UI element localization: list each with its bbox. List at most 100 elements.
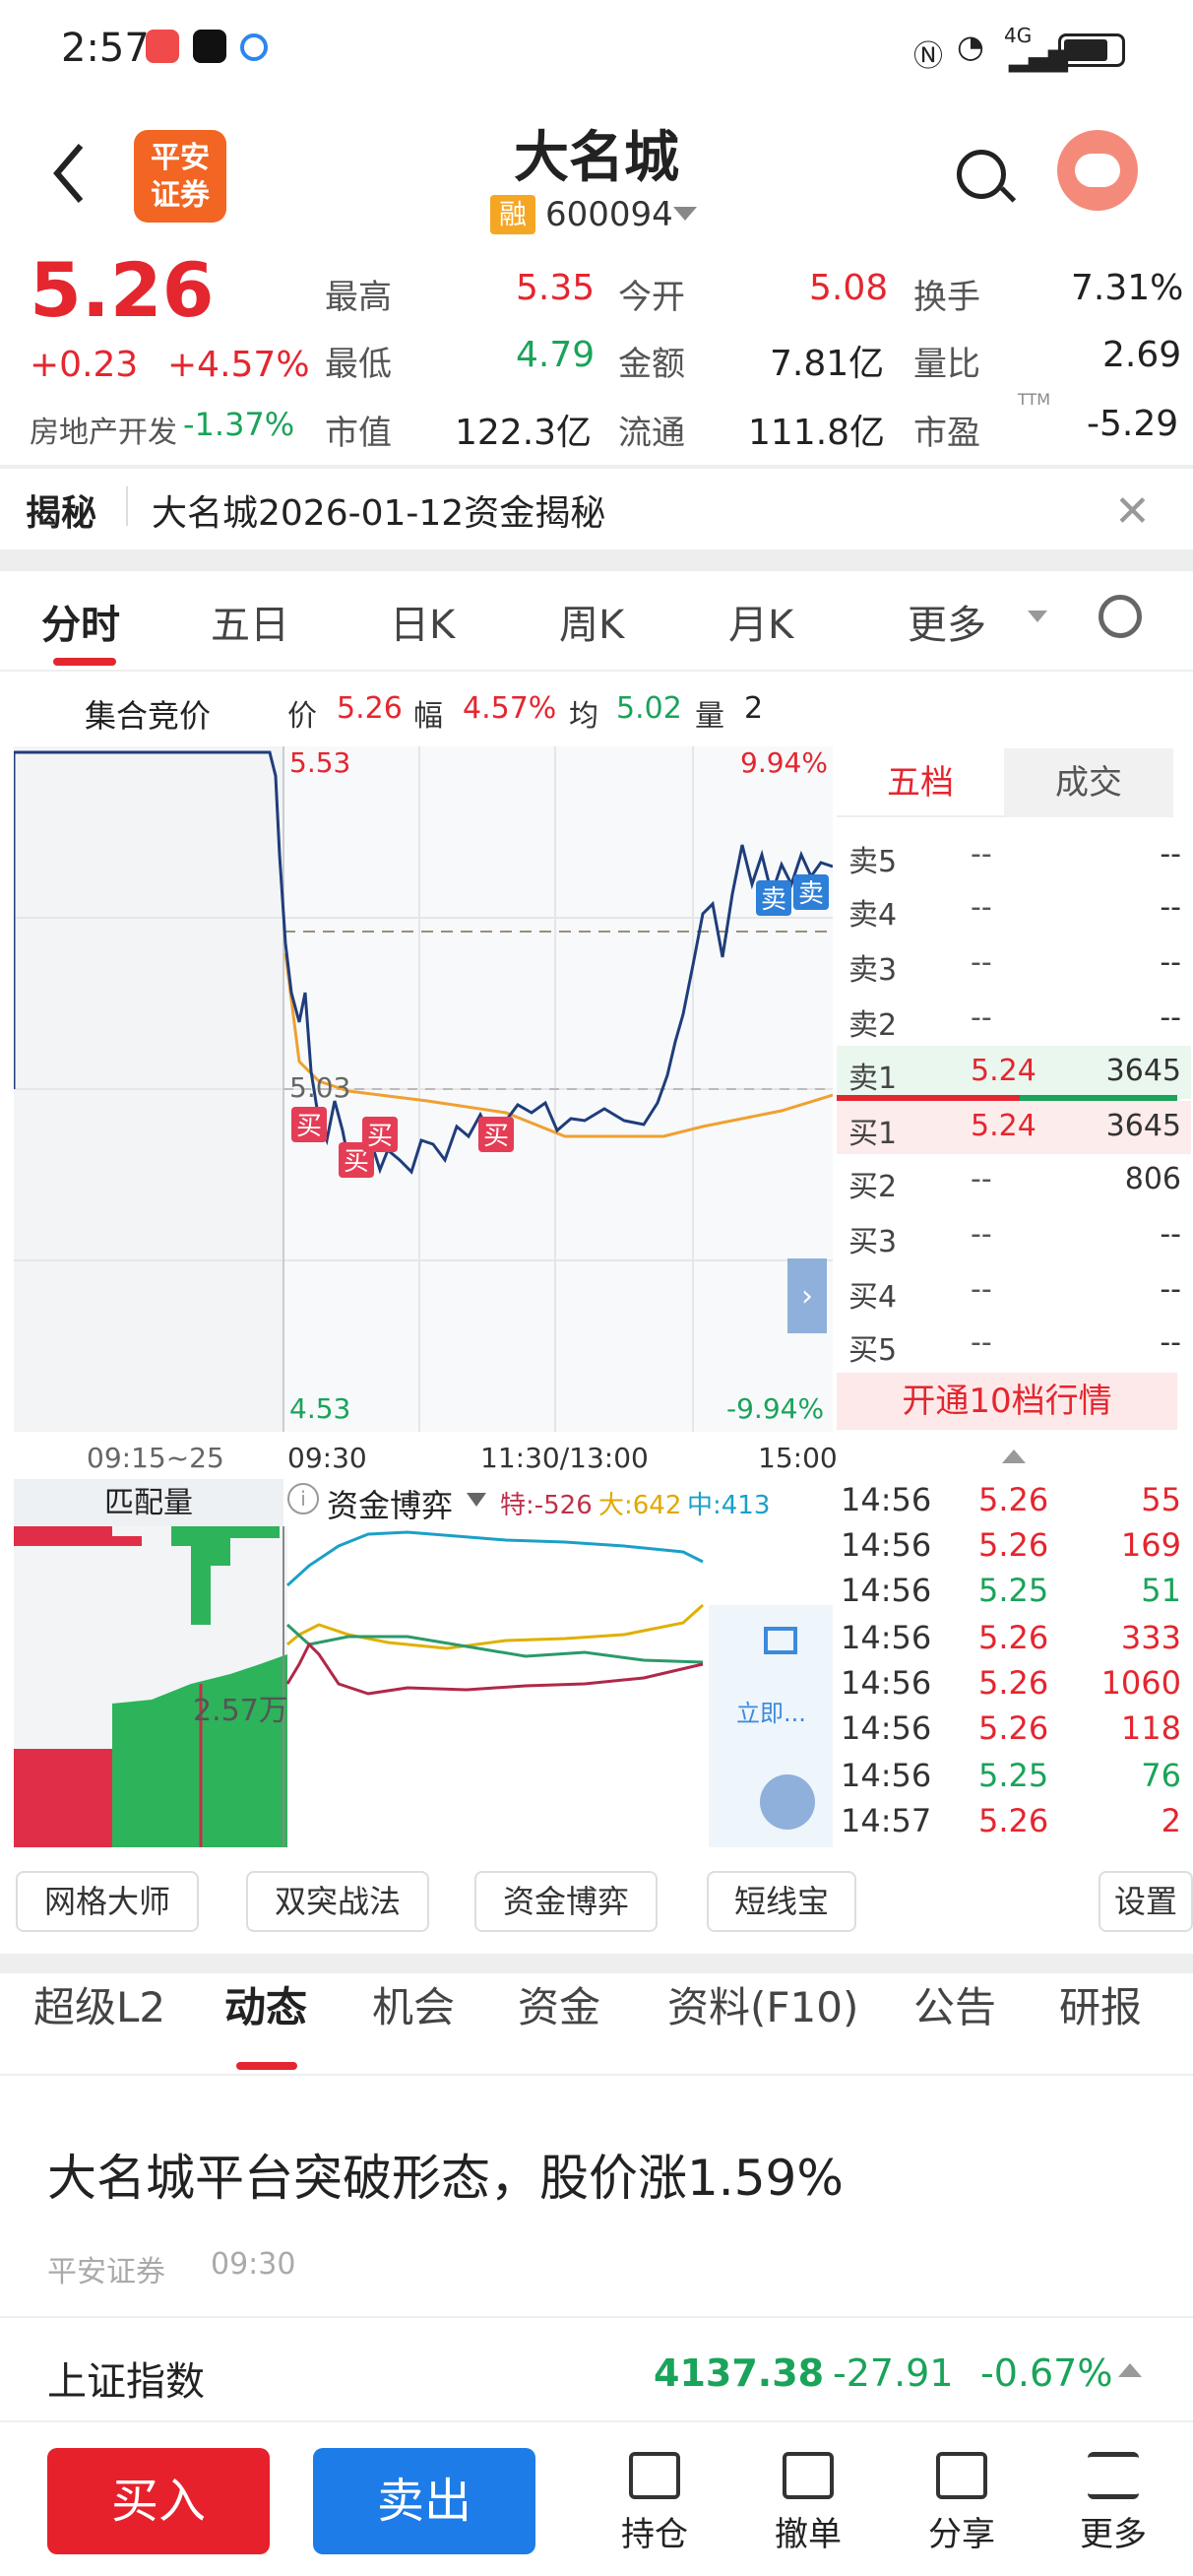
turnover-label: 换手 (913, 278, 980, 317)
level-label: 买1 (848, 1117, 898, 1151)
collapse-arrow-icon[interactable] (1002, 1449, 1026, 1463)
level-volume: -- (1160, 1272, 1181, 1307)
sell-button[interactable]: 卖出 (313, 2448, 535, 2554)
tool-short-line[interactable]: 短线宝 (707, 1871, 856, 1932)
tick-price: 5.25 (978, 1572, 1049, 1609)
search-icon[interactable] (957, 150, 1017, 203)
tick-volume: 333 (1120, 1619, 1181, 1656)
tool-grid-master[interactable]: 网格大师 (16, 1871, 199, 1932)
tab-opportunity[interactable]: 机会 (372, 1974, 455, 2034)
special-funds-value: 特:-526 (500, 1491, 593, 1520)
nav-cancel-order[interactable]: 撤单 (754, 2452, 862, 2555)
ask-row[interactable]: 卖2 -- -- (837, 993, 1191, 1046)
tab-announcement[interactable]: 公告 (913, 1974, 996, 2034)
bid-row[interactable]: 买5 -- -- (837, 1318, 1191, 1371)
level-label: 买4 (848, 1280, 898, 1315)
level-label: 卖1 (848, 1062, 898, 1096)
chevron-down-icon[interactable] (673, 207, 697, 221)
ask-row[interactable]: 卖4 -- -- (837, 882, 1191, 935)
tool-double-breakout[interactable]: 双突战法 (246, 1871, 429, 1932)
level-label: 卖4 (848, 898, 898, 933)
tiktok-icon (193, 30, 226, 63)
ask-row[interactable]: 卖3 -- -- (837, 937, 1191, 991)
bid-row[interactable]: 买2 -- 806 (837, 1154, 1191, 1207)
tab-daily-k[interactable]: 日K (390, 593, 455, 650)
tick-row: 14:56 5.26 169 (837, 1522, 1191, 1568)
tick-volume: 51 (1141, 1572, 1181, 1609)
tick-volume: 55 (1141, 1481, 1181, 1518)
ask-row[interactable]: 卖5 -- -- (837, 829, 1191, 882)
tick-row: 14:56 5.25 51 (837, 1568, 1191, 1613)
tab-more[interactable]: 更多 (908, 593, 986, 650)
capital-game-select[interactable]: 资金博弈 (327, 1481, 453, 1526)
cancel-order-icon (783, 2452, 834, 2499)
tool-capital-game[interactable]: 资金博弈 (474, 1871, 658, 1932)
avatar[interactable] (1057, 130, 1138, 211)
buy-button[interactable]: 买入 (47, 2448, 270, 2554)
capital-flow-chart[interactable] (14, 1526, 833, 1847)
ask-row[interactable]: 卖1 5.24 3645 (837, 1046, 1191, 1099)
status-time: 2:57 (61, 26, 150, 71)
info-pct: 4.57% (463, 691, 557, 726)
reveal-link[interactable]: 大名城2026-01-12资金揭秘 (152, 484, 605, 536)
match-volume-value: 2.57万 (193, 1694, 288, 1728)
holdings-icon (629, 2452, 680, 2499)
tab-monthly-k[interactable]: 月K (728, 593, 793, 650)
tab-f10[interactable]: 资料(F10) (667, 1974, 858, 2034)
chevron-up-icon[interactable] (1118, 2363, 1142, 2377)
tab-super-l2[interactable]: 超级L2 (33, 1974, 165, 2034)
tool-settings[interactable]: 设置 (1099, 1871, 1193, 1932)
upgrade-level10-button[interactable]: 开通10档行情 (837, 1373, 1177, 1430)
tab-order-book[interactable]: 五档 (837, 748, 1004, 817)
index-name[interactable]: 上证指数 (47, 2350, 205, 2407)
level-volume: -- (1160, 1217, 1181, 1252)
chevron-down-icon[interactable] (467, 1493, 486, 1507)
sector-name[interactable]: 房地产开发 (30, 408, 177, 451)
bid-row[interactable]: 买4 -- -- (837, 1264, 1191, 1318)
pe-label: 市盈 (913, 414, 980, 453)
share-icon (936, 2452, 987, 2499)
info-vol-label: 量 (695, 699, 724, 734)
tab-five-day[interactable]: 五日 (211, 593, 289, 650)
amount-value: 7.81亿 (770, 344, 885, 384)
info-vol: 2 (744, 691, 764, 726)
tab-intraday[interactable]: 分时 (41, 593, 120, 650)
unlock-button[interactable]: 立即... (736, 1694, 806, 1728)
volratio-label: 量比 (913, 345, 980, 384)
level-label: 卖5 (848, 845, 898, 879)
chevron-right-icon: › (801, 1279, 813, 1314)
tick-time: 14:56 (841, 1619, 932, 1656)
bid-row[interactable]: 买3 -- -- (837, 1209, 1191, 1262)
nav-share-label: 分享 (928, 2515, 995, 2554)
chevron-down-icon[interactable] (1028, 611, 1047, 622)
info-price: 5.26 (337, 691, 403, 726)
tab-order-book-label: 五档 (887, 763, 954, 803)
tab-weekly-k[interactable]: 周K (559, 593, 624, 650)
fullscreen-icon[interactable] (760, 1774, 815, 1830)
tick-price: 5.26 (978, 1619, 1049, 1656)
tab-dynamics[interactable]: 动态 (224, 1974, 307, 2034)
time-label-midday: 11:30/13:00 (480, 1442, 649, 1474)
settings-gear-icon[interactable] (1099, 595, 1142, 638)
info-icon[interactable]: i (287, 1483, 319, 1514)
upgrade-level10-label: 开通10档行情 (902, 1382, 1112, 1421)
axis-bottom-price: 4.53 (289, 1392, 351, 1425)
tab-research[interactable]: 研报 (1059, 1974, 1142, 2034)
buy-marker-text: 买 (367, 1122, 393, 1151)
news-headline[interactable]: 大名城平台突破形态，股价涨1.59% (47, 2139, 844, 2210)
nav-more[interactable]: 更多 (1059, 2452, 1167, 2555)
tick-time: 14:56 (841, 1481, 932, 1518)
intraday-chart[interactable]: 买 买 买 买 卖 卖 › (14, 746, 833, 1436)
tab-capital[interactable]: 资金 (518, 1974, 600, 2034)
close-icon[interactable]: ✕ (1114, 486, 1151, 537)
stock-code[interactable]: 600094 (545, 195, 673, 234)
bid-row[interactable]: 买1 5.24 3645 (837, 1101, 1191, 1154)
nav-holdings[interactable]: 持仓 (600, 2452, 709, 2555)
tick-price: 5.26 (978, 1664, 1049, 1702)
index-value: 4137.38 (654, 2351, 825, 2395)
open-value: 5.08 (809, 268, 889, 308)
auction-label: 集合竞价 (85, 697, 212, 735)
tab-trades[interactable]: 成交 (1004, 748, 1173, 817)
axis-top-pct: 9.94% (740, 746, 828, 779)
nav-share[interactable]: 分享 (908, 2452, 1016, 2555)
